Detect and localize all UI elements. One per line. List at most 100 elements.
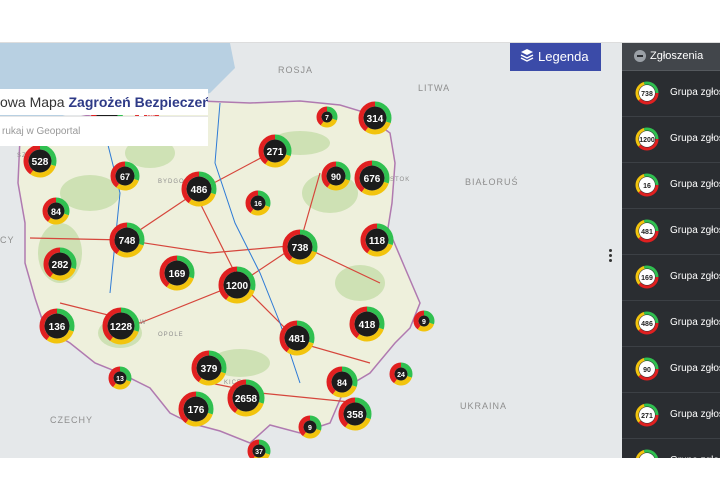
cluster-ring-icon: 486 bbox=[635, 311, 659, 335]
cluster-count: 13 bbox=[116, 376, 124, 383]
collapse-icon[interactable] bbox=[634, 50, 646, 63]
panel-list-item[interactable]: 271 Grupa zgłosz bbox=[622, 393, 720, 439]
cluster-count: 90 bbox=[331, 172, 341, 182]
cluster-marker[interactable]: 271 bbox=[258, 134, 292, 168]
cluster-count: 136 bbox=[49, 322, 66, 333]
panel-item-count: 486 bbox=[641, 321, 653, 328]
cluster-count: 84 bbox=[337, 378, 347, 388]
panel-item-label: Grupa zgłosz bbox=[670, 179, 720, 190]
panel-list-item[interactable]: 481 Grupa zgłosz bbox=[622, 209, 720, 255]
label-rosja: ROSJA bbox=[278, 65, 313, 75]
cluster-marker[interactable]: 67 bbox=[110, 161, 140, 191]
cluster-marker[interactable]: 84 bbox=[42, 197, 70, 225]
map-canvas[interactable]: ROSJA LITWA BIAŁORUŚ UKRAINA CZECHY CY B… bbox=[0, 43, 622, 458]
title-prefix: owa Mapa bbox=[0, 94, 69, 110]
cluster-ring-icon: 738 bbox=[635, 81, 659, 105]
legend-button[interactable]: Legenda bbox=[510, 43, 601, 71]
panel-item-count: 738 bbox=[641, 91, 653, 98]
panel-title: Zgłoszenia bbox=[650, 50, 704, 62]
panel-item-count: 16 bbox=[643, 183, 651, 190]
search-placeholder: rukaj w Geoportal bbox=[2, 126, 81, 137]
cluster-count: 528 bbox=[32, 157, 49, 168]
cluster-marker[interactable]: 9 bbox=[298, 415, 322, 439]
bottom-white-bar bbox=[0, 458, 720, 500]
panel-list-item[interactable]: 118Grupa zgłosz bbox=[622, 439, 720, 458]
cluster-count: 7 bbox=[325, 115, 329, 122]
label-czechy: CZECHY bbox=[50, 415, 93, 425]
panel-item-count: 271 bbox=[641, 413, 653, 420]
cluster-count: 118 bbox=[369, 236, 386, 247]
panel-list-item[interactable]: 738 Grupa zgłosz bbox=[622, 71, 720, 117]
cluster-count: 1228 bbox=[110, 322, 133, 333]
cluster-marker[interactable]: 676 bbox=[354, 160, 390, 196]
search-input[interactable]: rukaj w Geoportal bbox=[0, 116, 208, 146]
panel-item-label: Grupa zgłosz bbox=[670, 317, 720, 328]
label-stok: STOK bbox=[390, 177, 410, 183]
cluster-marker[interactable]: 7 bbox=[316, 106, 338, 128]
panel-list-item[interactable]: 1200 Grupa zgłosz bbox=[622, 117, 720, 163]
cluster-count: 9 bbox=[422, 319, 426, 326]
reports-panel: Zgłoszenia 738 Grupa zgłosz 1200 Grupa zgło… bbox=[622, 43, 720, 458]
cluster-count: 271 bbox=[267, 147, 284, 158]
cluster-count: 358 bbox=[347, 410, 364, 421]
cluster-marker[interactable]: 24 bbox=[389, 362, 413, 386]
cluster-count: 314 bbox=[367, 114, 384, 125]
cluster-marker[interactable]: 486 bbox=[181, 171, 217, 207]
cluster-count: 9 bbox=[308, 425, 312, 432]
cluster-marker[interactable]: 37 bbox=[247, 439, 271, 458]
cluster-marker[interactable]: 84 bbox=[326, 366, 358, 398]
cluster-ring-icon: 90 bbox=[635, 357, 659, 381]
cluster-marker[interactable]: 9 bbox=[413, 310, 435, 332]
cluster-count: 418 bbox=[359, 320, 376, 331]
panel-header[interactable]: Zgłoszenia bbox=[622, 43, 720, 71]
panel-item-count: 1200 bbox=[639, 137, 655, 144]
panel-item-label: Grupa zgłosz bbox=[670, 225, 720, 236]
cluster-marker[interactable]: 379 bbox=[191, 350, 227, 386]
cluster-ring-icon: 118 bbox=[635, 449, 659, 458]
label-bialorus: BIAŁORUŚ bbox=[465, 176, 519, 187]
cluster-count: 67 bbox=[120, 172, 130, 182]
cluster-marker[interactable]: 528 bbox=[23, 144, 57, 178]
panel-list-item[interactable]: 16 Grupa zgłosz bbox=[622, 163, 720, 209]
cluster-marker[interactable]: 282 bbox=[43, 247, 77, 281]
cluster-marker[interactable]: 90 bbox=[321, 161, 351, 191]
cluster-count: 379 bbox=[201, 364, 218, 375]
label-ukraina: UKRAINA bbox=[460, 401, 507, 411]
cluster-marker[interactable]: 748 bbox=[109, 222, 145, 258]
cluster-ring-icon: 16 bbox=[635, 173, 659, 197]
cluster-marker[interactable]: 16 bbox=[245, 190, 271, 216]
cluster-marker[interactable]: 169 bbox=[159, 255, 195, 291]
cluster-marker[interactable]: 1200 bbox=[218, 266, 256, 304]
cluster-marker[interactable]: 136 bbox=[39, 308, 75, 344]
panel-item-label: Grupa zgłosz bbox=[670, 271, 720, 282]
cluster-count: 676 bbox=[364, 174, 381, 185]
cluster-count: 748 bbox=[119, 236, 136, 247]
cluster-count: 486 bbox=[191, 185, 208, 196]
cluster-marker[interactable]: 1228 bbox=[102, 307, 140, 345]
panel-item-label: Grupa zgłosz bbox=[670, 409, 720, 420]
panel-list-item[interactable]: 90 Grupa zgłosz bbox=[622, 347, 720, 393]
layers-icon bbox=[520, 44, 534, 72]
cluster-marker[interactable]: 176 bbox=[178, 391, 214, 427]
panel-resize-handle[interactable] bbox=[609, 249, 613, 265]
cluster-ring-icon: 1200 bbox=[635, 127, 659, 151]
title-strong: Zagrożeń Bezpieczeństwa bbox=[68, 94, 208, 110]
cluster-marker[interactable]: 738 bbox=[282, 229, 318, 265]
cluster-marker[interactable]: 118 bbox=[360, 223, 394, 257]
cluster-count: 16 bbox=[254, 201, 262, 208]
panel-list-item[interactable]: 169 Grupa zgłosz bbox=[622, 255, 720, 301]
label-cy: CY bbox=[0, 235, 15, 245]
panel-item-label: Grupa zgłosz bbox=[670, 133, 720, 144]
cluster-marker[interactable]: 418 bbox=[349, 306, 385, 342]
top-white-bar bbox=[0, 0, 720, 43]
cluster-count: 84 bbox=[51, 207, 61, 217]
cluster-count: 176 bbox=[188, 405, 205, 416]
panel-item-count: 90 bbox=[643, 367, 651, 374]
cluster-marker[interactable]: 13 bbox=[108, 366, 132, 390]
cluster-marker[interactable]: 481 bbox=[279, 320, 315, 356]
panel-list-item[interactable]: 486 Grupa zgłosz bbox=[622, 301, 720, 347]
cluster-marker[interactable]: 2658 bbox=[227, 379, 265, 417]
cluster-marker[interactable]: 358 bbox=[338, 397, 372, 431]
panel-list: 738 Grupa zgłosz 1200 Grupa zgłosz 16 Grupa z… bbox=[622, 71, 720, 458]
cluster-marker[interactable]: 314 bbox=[358, 101, 392, 135]
